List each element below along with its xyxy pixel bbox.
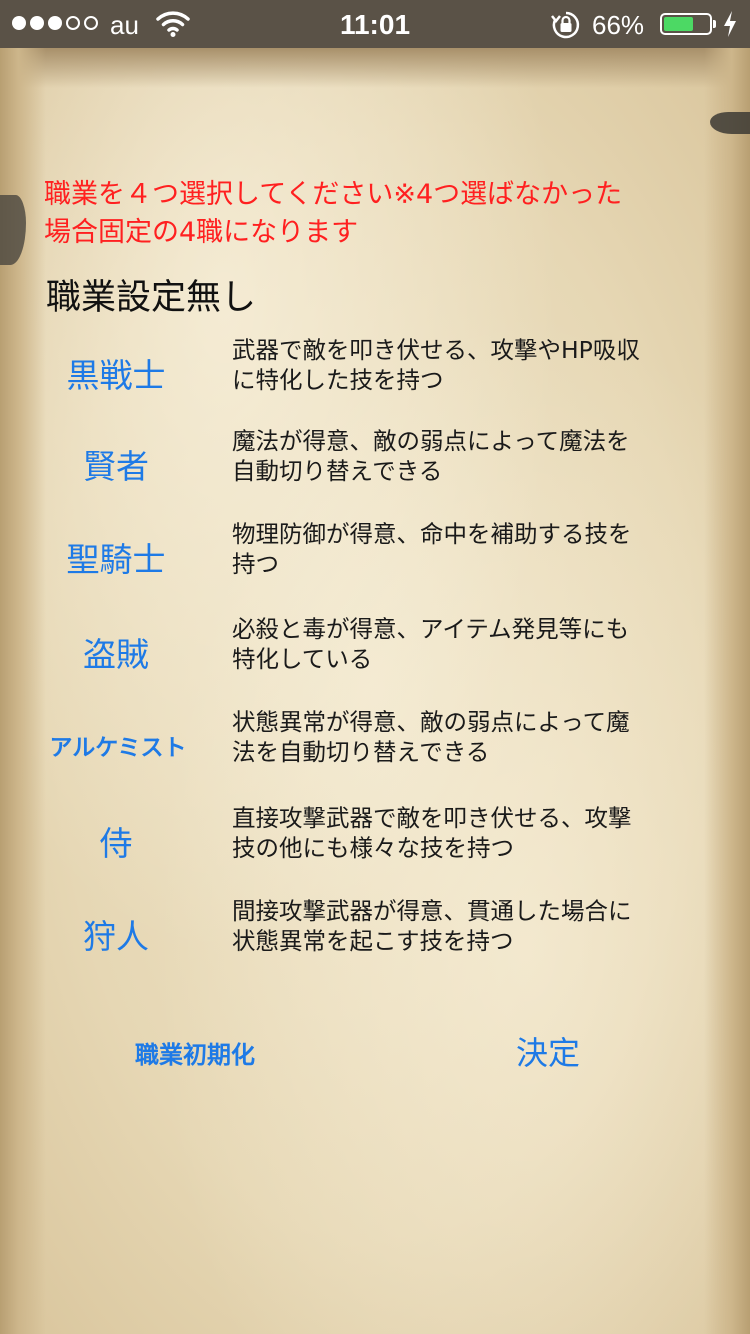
job-description-line: 物理防御が得意、命中を補助する技を xyxy=(232,520,632,548)
job-button-paladin[interactable]: 聖騎士 xyxy=(0,517,232,597)
screen: au 11:01 66% 職業を４つ選択してください※4つ選ばなかった 場合固定… xyxy=(0,0,750,1334)
job-description: 魔法が得意、敵の弱点によって魔法を 自動切り替えできる xyxy=(232,426,702,486)
job-description: 間接攻撃武器が得意、貫通した場合に 状態異常を起こす技を持つ xyxy=(232,896,702,956)
job-row-samurai: 侍 直接攻撃武器で敵を叩き伏せる、攻撃 技の他にも様々な技を持つ xyxy=(0,801,750,881)
job-description: 直接攻撃武器で敵を叩き伏せる、攻撃 技の他にも様々な技を持つ xyxy=(232,803,702,863)
job-description-line: 必殺と毒が得意、アイテム発見等にも xyxy=(232,615,630,643)
job-description-line: 特化している xyxy=(232,645,373,673)
parchment-edge-top xyxy=(0,48,750,88)
job-description: 物理防御が得意、命中を補助する技を 持つ xyxy=(232,519,702,579)
reset-jobs-button[interactable]: 職業初期化 xyxy=(100,1030,290,1074)
job-row-paladin: 聖騎士 物理防御が得意、命中を補助する技を 持つ xyxy=(0,517,750,597)
charging-icon xyxy=(722,10,738,43)
battery-level xyxy=(664,17,694,31)
job-description-line: に特化した技を持つ xyxy=(232,366,444,394)
job-button-samurai[interactable]: 侍 xyxy=(0,801,232,881)
rotation-lock-icon xyxy=(551,10,581,45)
selection-notice: 職業を４つ選択してください※4つ選ばなかった 場合固定の4職になります xyxy=(44,176,704,252)
job-description-line: 技の他にも様々な技を持つ xyxy=(232,834,514,862)
job-row-sage: 賢者 魔法が得意、敵の弱点によって魔法を 自動切り替えできる xyxy=(0,424,750,504)
job-button-sage[interactable]: 賢者 xyxy=(0,424,232,504)
job-description-line: 持つ xyxy=(232,550,279,578)
job-row-hunter: 狩人 間接攻撃武器が得意、貫通した場合に 状態異常を起こす技を持つ xyxy=(0,894,750,974)
job-row-alchemist: アルケミスト 状態異常が得意、敵の弱点によって魔 法を自動切り替えできる xyxy=(0,705,750,785)
battery-percentage: 66% xyxy=(592,10,645,40)
job-description-line: 魔法が得意、敵の弱点によって魔法を xyxy=(232,427,630,455)
job-description: 武器で敵を叩き伏せる、攻撃やHP吸収 に特化した技を持つ xyxy=(232,335,702,395)
job-description: 必殺と毒が得意、アイテム発見等にも 特化している xyxy=(232,614,702,674)
job-description-line: 状態異常を起こす技を持つ xyxy=(232,927,514,955)
job-description-line: 直接攻撃武器で敵を叩き伏せる、攻撃 xyxy=(232,804,632,832)
battery-tip xyxy=(713,20,716,28)
job-button-thief[interactable]: 盗賊 xyxy=(0,612,232,692)
job-description-line: 自動切り替えできる xyxy=(232,457,443,485)
job-row-black-warrior: 黒戦士 武器で敵を叩き伏せる、攻撃やHP吸収 に特化した技を持つ xyxy=(0,333,750,413)
current-job-label: 職業設定無し xyxy=(46,278,257,318)
job-button-hunter[interactable]: 狩人 xyxy=(0,894,232,974)
job-description-line: 武器で敵を叩き伏せる、攻撃やHP吸収 xyxy=(232,336,640,364)
confirm-button[interactable]: 決定 xyxy=(488,1026,608,1076)
job-description: 状態異常が得意、敵の弱点によって魔 法を自動切り替えできる xyxy=(232,707,702,767)
notice-line: 場合固定の4職になります xyxy=(44,217,359,248)
job-button-alchemist[interactable]: アルケミスト xyxy=(2,705,234,785)
job-row-thief: 盗賊 必殺と毒が得意、アイテム発見等にも 特化している xyxy=(0,612,750,692)
job-description-line: 状態異常が得意、敵の弱点によって魔 xyxy=(232,708,630,736)
ink-blot xyxy=(710,112,750,134)
notice-line: 職業を４つ選択してください※4つ選ばなかった xyxy=(44,179,623,210)
status-bar: au 11:01 66% xyxy=(0,0,750,48)
job-description-line: 間接攻撃武器が得意、貫通した場合に xyxy=(232,897,632,925)
battery-icon xyxy=(660,13,712,35)
job-button-black-warrior[interactable]: 黒戦士 xyxy=(0,333,232,413)
job-description-line: 法を自動切り替えできる xyxy=(232,738,490,766)
